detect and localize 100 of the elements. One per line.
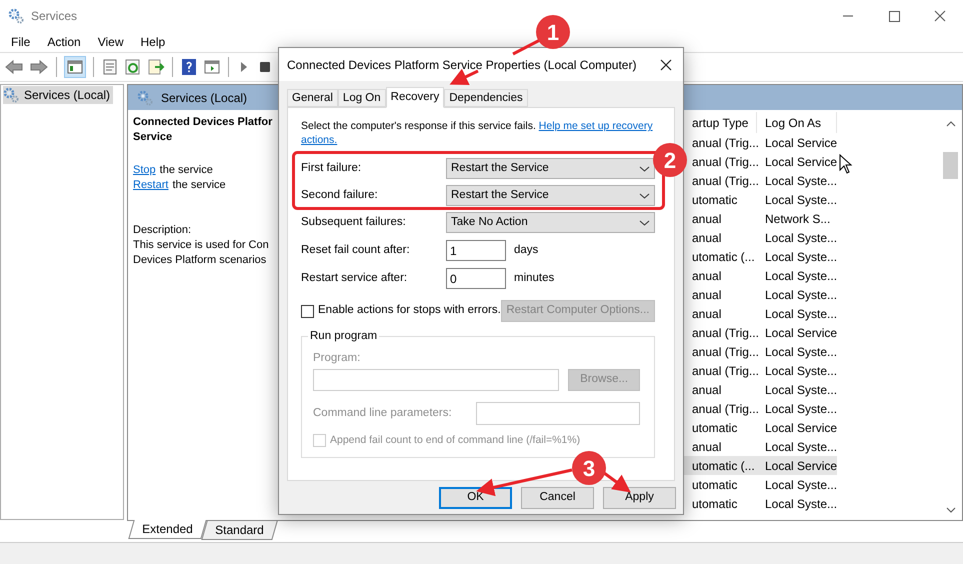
chevron-down-icon <box>639 218 650 226</box>
help-link[interactable]: actions. <box>301 134 338 146</box>
action-text: the service <box>172 178 226 193</box>
table-cell-text: Local Syste... <box>764 230 837 246</box>
table-cell-text: anual (Trig... <box>691 172 757 190</box>
dialog-tab[interactable]: Log On <box>338 89 386 107</box>
selected-row[interactable]: utomatic (... Local Service <box>684 456 837 475</box>
service-name: Connected Devices Platfor Service <box>133 115 272 145</box>
dialog-tab[interactable]: Dependencies <box>444 89 528 107</box>
forward-arrow-icon[interactable] <box>29 58 49 76</box>
field-label: Program: <box>313 351 362 365</box>
number-field[interactable]: 0 <box>446 268 506 289</box>
properties-icon[interactable] <box>101 58 119 76</box>
field-label: Second failure: <box>301 188 379 203</box>
column-header[interactable]: Log On As <box>757 112 837 133</box>
table-cell-text: anual <box>691 306 722 322</box>
view-pane-icon[interactable] <box>203 58 221 76</box>
table-cell-text: utomatic <box>691 496 738 512</box>
chevron-down-icon <box>639 192 650 200</box>
description-label: Description: <box>133 223 192 238</box>
export-list-icon[interactable] <box>147 58 165 76</box>
menu-item[interactable]: View <box>98 33 124 51</box>
table-cell-text: Local Service <box>764 154 837 170</box>
app-gear-icon <box>8 8 24 24</box>
table-cell-text: utomatic <box>691 476 738 494</box>
description-text: This service is used for Con Devices Platform scenarios <box>133 238 269 268</box>
table-cell-text: anual (Trig... <box>691 344 757 360</box>
table-cell-text: Local Syste... <box>764 438 837 456</box>
table-cell-text: Local Syste... <box>764 496 837 512</box>
window-title: Services <box>31 8 78 25</box>
table-cell-text: anual <box>691 382 722 398</box>
table-cell-text: utomatic (... <box>691 458 756 474</box>
table-cell-text: anual <box>691 268 722 284</box>
view-tab[interactable]: Extended <box>128 520 206 539</box>
dialog-title: Connected Devices Platform Service Properties (Local Computer) <box>287 56 636 74</box>
service-action-link[interactable]: Stop <box>133 163 156 178</box>
table-cell-text: Local Service <box>764 134 837 152</box>
dialog-button[interactable]: OK <box>439 487 512 509</box>
table-cell-text: anual <box>691 286 722 304</box>
table-cell-text: Local Syste... <box>764 400 837 418</box>
table-cell-text: anual (Trig... <box>691 154 757 170</box>
chevron-down-icon <box>639 164 650 172</box>
unit-label: minutes <box>514 270 554 286</box>
close-icon[interactable] <box>659 58 673 72</box>
table-cell-text: Local Service <box>764 458 837 474</box>
table-cell-text: Local Syste... <box>764 306 837 322</box>
dialog-button[interactable]: Cancel <box>521 487 594 509</box>
field-label: Command line parameters: <box>313 406 453 421</box>
unit-label: days <box>514 242 538 258</box>
group-title: Run program <box>308 329 380 343</box>
table-cell-text: anual <box>691 210 722 228</box>
gear-icon <box>137 90 153 106</box>
table-cell-text: Local Syste... <box>764 362 837 380</box>
action-text: the service <box>160 163 213 178</box>
menu-item[interactable]: Action <box>47 33 81 51</box>
tree-pane-icon[interactable] <box>64 56 86 78</box>
checkbox-label: Enable actions for stops with errors. <box>318 303 501 318</box>
table-cell-text: Local Syste... <box>764 344 837 360</box>
checkbox[interactable] <box>301 304 314 318</box>
table-cell-text: anual (Trig... <box>691 134 757 152</box>
table-cell-text: anual <box>691 438 722 456</box>
pane-title: Services (Local) <box>161 90 248 106</box>
table-cell-text: utomatic <box>691 420 738 436</box>
number-field[interactable]: 1 <box>446 240 506 261</box>
instruction-text: Select the computer's response if this service fails. Help me set up recovery actions. <box>301 119 653 147</box>
table-cell-text: utomatic <box>691 192 738 208</box>
table-cell-text: Local Syste... <box>764 268 837 284</box>
view-tab[interactable]: Standard <box>201 521 278 540</box>
table-cell-text: anual (Trig... <box>691 362 757 380</box>
dropdown[interactable]: Restart the Service <box>446 158 655 179</box>
dialog-tab[interactable]: General <box>287 89 338 107</box>
table-cell-text: Network S... <box>764 210 832 228</box>
dialog-button[interactable]: Apply <box>603 487 676 509</box>
table-cell-text: utomatic (... <box>691 248 756 266</box>
menu-item[interactable]: File <box>11 33 30 51</box>
table-cell-text: Local Syste... <box>764 248 837 266</box>
table-cell-text: anual <box>691 230 722 246</box>
dialog-tab[interactable]: Recovery <box>386 87 444 108</box>
table-cell-text: Local Service <box>764 324 837 342</box>
table-cell-text: Local Syste... <box>764 382 837 398</box>
back-arrow-icon[interactable] <box>4 58 24 76</box>
field-label: First failure: <box>301 160 362 176</box>
menu-item[interactable]: Help <box>140 33 166 51</box>
refresh-icon[interactable] <box>124 58 142 76</box>
help-link[interactable]: Help me set up recovery <box>538 120 653 132</box>
scroll-thumb[interactable] <box>943 152 958 179</box>
dropdown[interactable]: Take No Action <box>446 212 655 233</box>
gear-icon <box>3 87 19 103</box>
dropdown[interactable]: Restart the Service <box>446 185 655 206</box>
table-cell-text: anual (Trig... <box>691 324 757 342</box>
checkbox-label: Append fail count to end of command line (/fail=%1%) <box>330 433 580 448</box>
help-icon[interactable] <box>180 58 198 76</box>
table-cell-text: Local Syste... <box>764 172 837 190</box>
field-label: Reset fail count after: <box>301 242 411 258</box>
table-cell-text: Local Syste... <box>764 286 837 304</box>
tree-item[interactable]: Services (Local) <box>3 86 114 104</box>
callout-number: 1 <box>536 15 570 49</box>
field-label: Restart service after: <box>301 270 408 286</box>
table-cell-text: Local Syste... <box>764 476 837 494</box>
service-action-link[interactable]: Restart <box>133 178 168 193</box>
